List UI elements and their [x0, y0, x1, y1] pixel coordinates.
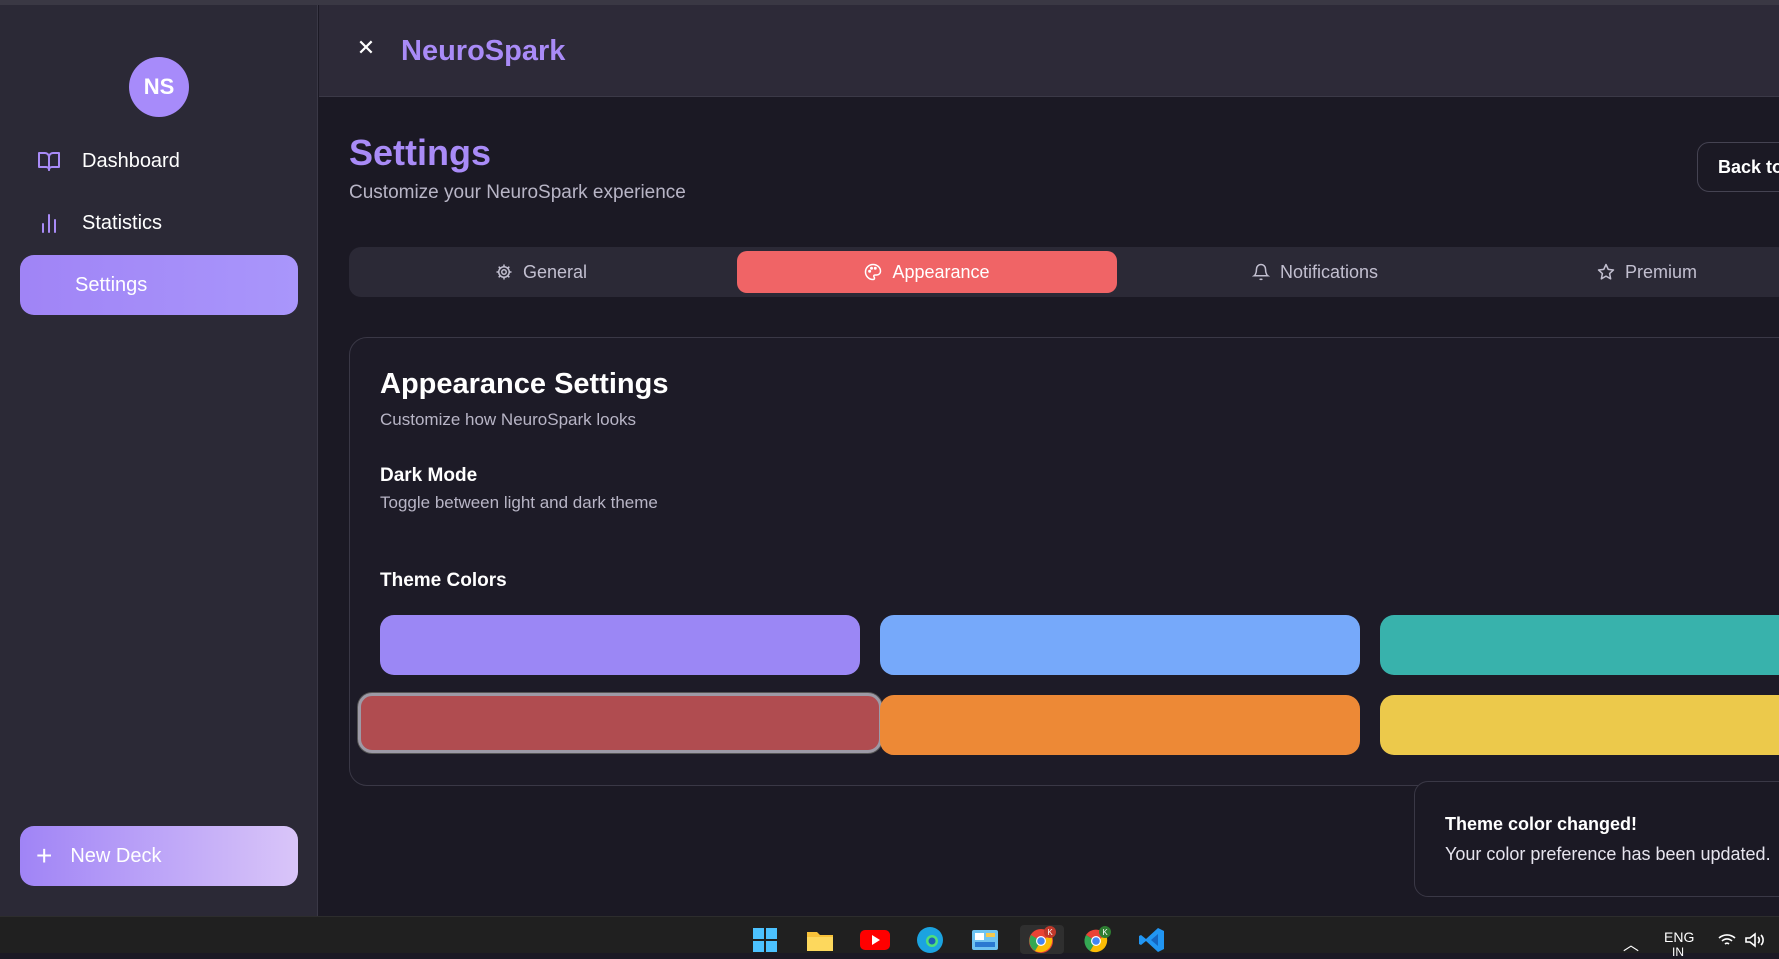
tab-general[interactable]: General: [353, 251, 729, 293]
tab-label: General: [522, 261, 588, 282]
plus-icon: +: [36, 840, 53, 871]
toast-title: Theme color changed!: [1445, 814, 1638, 834]
settings-tabs: General Appearance Notifications Premium: [349, 247, 1779, 297]
chrome-profile-k2-icon[interactable]: K: [1082, 925, 1112, 954]
theme-colors-label: Theme Colors: [380, 570, 507, 591]
page-title: Settings: [349, 132, 492, 173]
appearance-card: Appearance Settings Customize how NeuroS…: [349, 337, 1779, 786]
sidebar: NS Dashboard Statistics Settings + New D…: [0, 5, 318, 916]
page-subtitle: Customize your NeuroSpark experience: [349, 182, 686, 203]
edge-browser-icon[interactable]: [915, 925, 945, 954]
vscode-icon[interactable]: [1137, 925, 1167, 954]
file-explorer-icon[interactable]: [805, 925, 835, 954]
language-indicator[interactable]: ENG: [1664, 929, 1694, 945]
sidebar-item-label: Settings: [75, 273, 148, 296]
theme-swatch-purple[interactable]: [380, 615, 860, 675]
chrome-profile-k-icon[interactable]: K: [1020, 925, 1064, 954]
tray-chevron-up-icon[interactable]: ︿: [1623, 931, 1639, 955]
sidebar-item-label: Dashboard: [82, 149, 180, 172]
close-icon[interactable]: ✕: [353, 35, 379, 61]
region-indicator: IN: [1672, 945, 1684, 959]
svg-text:K: K: [1047, 928, 1053, 937]
sidebar-item-dashboard[interactable]: Dashboard: [20, 131, 298, 191]
os-taskbar: K K ︿ ENG IN: [0, 916, 1779, 959]
gear-icon: [495, 263, 513, 281]
star-icon: [1597, 263, 1615, 281]
windows-start-icon[interactable]: [750, 925, 780, 954]
theme-swatch-yellow[interactable]: [1380, 695, 1779, 755]
palette-icon: [864, 263, 882, 281]
theme-swatch-red[interactable]: [358, 693, 882, 753]
youtube-icon[interactable]: [860, 925, 890, 954]
tab-appearance[interactable]: Appearance: [737, 251, 1117, 293]
sidebar-item-settings[interactable]: Settings: [20, 255, 298, 315]
tab-label: Appearance: [892, 261, 990, 282]
toast-description: Your color preference has been updated.: [1445, 844, 1771, 864]
back-button-label: Back to: [1718, 156, 1779, 177]
bell-icon: [1251, 263, 1270, 281]
dark-mode-label: Dark Mode: [380, 465, 478, 486]
appearance-title: Appearance Settings: [380, 368, 669, 400]
tab-notifications[interactable]: Notifications: [1125, 251, 1505, 293]
new-deck-label: New Deck: [70, 844, 162, 867]
dark-mode-description: Toggle between light and dark theme: [380, 493, 658, 512]
theme-swatch-teal[interactable]: [1380, 615, 1779, 675]
tab-premium[interactable]: Premium: [1509, 251, 1779, 293]
top-header: ✕ NeuroSpark: [319, 5, 1779, 97]
svg-text:K: K: [1102, 928, 1108, 937]
tab-label: Notifications: [1279, 261, 1379, 282]
toast-notification: Theme color changed! Your color preferen…: [1414, 781, 1779, 897]
theme-swatch-blue[interactable]: [880, 615, 1360, 675]
back-button[interactable]: Back to: [1697, 142, 1779, 192]
appearance-subtitle: Customize how NeuroSpark looks: [380, 410, 637, 429]
volume-icon[interactable]: [1743, 925, 1767, 954]
sidebar-item-label: Statistics: [82, 211, 163, 234]
new-deck-button[interactable]: + New Deck: [20, 826, 298, 886]
theme-swatch-orange[interactable]: [880, 695, 1360, 755]
book-open-icon: [36, 148, 62, 174]
brand-title: NeuroSpark: [401, 35, 566, 67]
control-panel-icon[interactable]: [970, 925, 1000, 954]
avatar[interactable]: NS: [129, 57, 189, 117]
sidebar-item-statistics[interactable]: Statistics: [20, 193, 298, 253]
tab-label: Premium: [1624, 261, 1697, 282]
bar-chart-icon: [36, 210, 62, 236]
wifi-icon[interactable]: [1715, 925, 1739, 954]
